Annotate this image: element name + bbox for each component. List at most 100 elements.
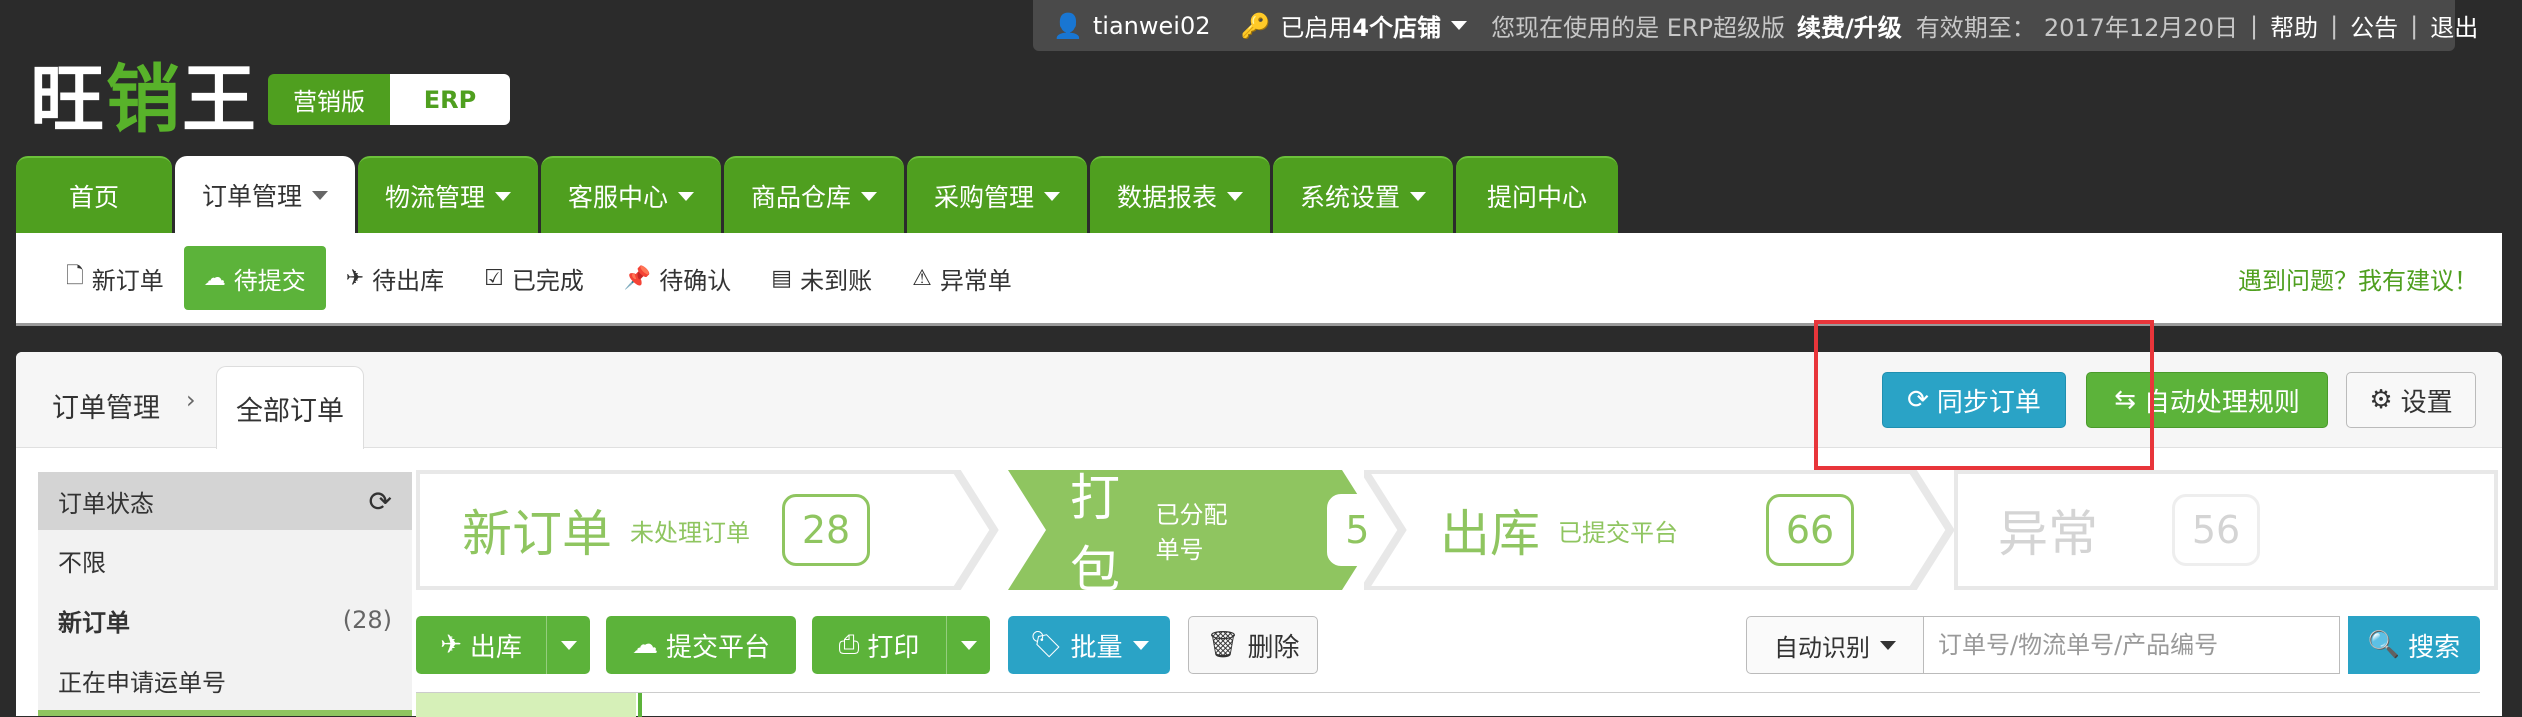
subnav-label: 未到账 [800,266,873,295]
button-label: 设置 [2400,387,2453,418]
stage-count: 56 [2172,494,2260,566]
sync-orders-button[interactable]: ⟳ 同步订单 [1882,372,2066,428]
sidebar-item-applying-waybill[interactable]: 正在申请运单号 [38,650,412,710]
help-link[interactable]: 帮助 [2270,8,2318,43]
renew-link[interactable]: 续费/升级 [1797,8,1902,43]
stage-subtitle: 已提交平台 [1558,518,1678,547]
nav-tab-label: 数据报表 [1116,183,1217,212]
button-label: 提交平台 [665,632,770,663]
top-user-bar: 👤 tianwei02 🔑 已启用 4个店铺 您现在使用的是 ERP超级版 续费… [1033,0,2478,51]
credit-card-icon: ▤ [771,265,793,291]
nav-tab-label: 首页 [68,183,119,212]
subnav-pending-submit[interactable]: ☁ 待提交 [183,246,326,310]
print-dropdown-toggle[interactable] [946,616,990,674]
order-status-sidebar: 订单状态 ⟳ 不限 新订单 (28) 正在申请运单号 [38,472,412,716]
nav-tab-label: 提问中心 [1486,183,1587,212]
notice-link[interactable]: 公告 [2350,8,2398,43]
auto-rules-button[interactable]: ⇆ 自动处理规则 [2086,372,2328,428]
batch-button[interactable]: 🏷 批量 [1008,616,1170,674]
nav-tab-logistics[interactable]: 物流管理 [358,156,538,234]
logout-link[interactable]: 退出 [2430,8,2478,43]
subnav-label: 待提交 [233,266,306,295]
sidebar-title: 订单状态 [58,489,154,518]
main-nav: 首页 订单管理 物流管理 客服中心 商品仓库 采购管理 数据报表 系统设置 提问… [16,156,1621,234]
order-flow-ribbon: 新订单 未处理订单 28 打包 已分配单号 5 出库 已提交平台 66 异常 5… [416,469,2498,599]
stores-count[interactable]: 4个店铺 [1352,8,1441,43]
submit-platform-button[interactable]: ☁ 提交平台 [606,616,796,674]
stage-new-order[interactable]: 新订单 未处理订单 28 [416,470,1006,590]
nav-tab-orders[interactable]: 订单管理 [175,156,355,234]
gear-icon: ⚙ [2369,385,2393,415]
subnav-pending-confirm[interactable]: 📌 待确认 [604,246,751,310]
subnav-unpaid[interactable]: ▤ 未到账 [751,246,892,310]
breadcrumb-current-tab[interactable]: 全部订单 [216,366,364,449]
nav-tab-service[interactable]: 客服中心 [541,156,721,234]
cloud-upload-icon: ☁ [631,630,658,660]
select-value: 自动识别 [1774,633,1870,662]
sidebar-item-count: (28) [342,606,392,634]
version-text: 您现在使用的是 ERP超级版 [1491,14,1786,42]
nav-tab-home[interactable]: 首页 [16,156,172,234]
subnav-label: 待确认 [659,266,732,295]
logo[interactable]: 旺销王 [30,40,258,143]
nav-tab-label: 商品仓库 [750,183,851,212]
print-button[interactable]: ⎙ 打印 [812,616,946,674]
nav-tab-questions[interactable]: 提问中心 [1456,156,1618,234]
retweet-icon: ⇆ [2114,385,2136,415]
search-type-select[interactable]: 自动识别 [1746,616,1924,674]
nav-tab-settings[interactable]: 系统设置 [1273,156,1453,234]
expiry-date: 2017年12月20日 [2043,14,2238,42]
sidebar-item-new-order[interactable]: 新订单 (28) [38,590,412,650]
button-label: 删除 [1247,632,1300,663]
button-label: 搜索 [2408,632,2461,663]
stage-title: 出库 [1440,505,1540,563]
tags-icon: 🏷 [1029,630,1063,660]
stores-chevron-down-icon[interactable] [1451,21,1468,30]
refresh-icon[interactable]: ⟳ [369,485,392,518]
edition-marketing[interactable]: 营销版 [268,74,390,125]
cloud-upload-icon: ☁ [203,265,226,291]
nav-tab-warehouse[interactable]: 商品仓库 [724,156,904,234]
breadcrumb: 订单管理 › 全部订单 ⟳ 同步订单 ⇆ 自动处理规则 ⚙ 设置 [16,352,2502,449]
stage-count: 66 [1766,494,1854,566]
chevron-right-icon: › [186,386,196,414]
stage-title: 新订单 [462,505,612,563]
search-input[interactable] [1924,616,2340,674]
username[interactable]: tianwei02 [1093,12,1211,40]
logo-char: 王 [182,57,258,143]
chevron-down-icon [1410,191,1426,201]
breadcrumb-root[interactable]: 订单管理 [52,386,160,425]
nav-tab-purchase[interactable]: 采购管理 [907,156,1087,234]
chevron-down-icon [960,640,977,650]
sidebar-item-any[interactable]: 不限 [38,530,412,590]
ship-dropdown-toggle[interactable] [546,616,590,674]
trash-icon: 🗑 [1206,630,1240,660]
delete-button[interactable]: 🗑 删除 [1188,616,1318,674]
stage-shipping[interactable]: 出库 已提交平台 66 [1364,470,1962,590]
settings-button[interactable]: ⚙ 设置 [2346,372,2476,428]
edition-erp[interactable]: ERP [390,74,510,125]
button-label: 出库 [469,632,522,663]
subnav-exception[interactable]: ⚠ 异常单 [892,246,1032,310]
chevron-down-icon [861,191,877,201]
chevron-down-icon [1132,640,1149,650]
subnav-pending-ship[interactable]: ✈ 待出库 [326,246,464,310]
expiry-label: 有效期至： [1915,14,2036,42]
stores-prefix: 已启用 [1280,14,1353,42]
subnav-new-order[interactable]: 🗋 新订单 [46,246,184,310]
pin-icon: 📌 [623,265,652,291]
ship-button[interactable]: ✈ 出库 [416,616,546,674]
stage-packing[interactable]: 打包 已分配单号 5 [1008,469,1388,599]
warning-icon: ⚠ [912,265,932,291]
edition-switch: 营销版 ERP [268,74,510,125]
stage-title: 异常 [1998,505,2098,563]
stage-exception[interactable]: 异常 56 [1954,470,2498,590]
stage-content: 打包 已分配单号 5 [1070,458,1388,602]
nav-tab-reports[interactable]: 数据报表 [1090,156,1270,234]
search-button[interactable]: 🔍 搜索 [2348,616,2480,674]
subnav-completed[interactable]: ☑ 已完成 [464,246,604,310]
sidebar-header: 订单状态 ⟳ [38,472,412,530]
feedback-link[interactable]: 遇到问题？我有建议！ [2238,233,2478,323]
content-panel: 订单管理 › 全部订单 ⟳ 同步订单 ⇆ 自动处理规则 ⚙ 设置 订单状态 ⟳ … [16,352,2502,717]
subnav-label: 新订单 [91,266,164,295]
